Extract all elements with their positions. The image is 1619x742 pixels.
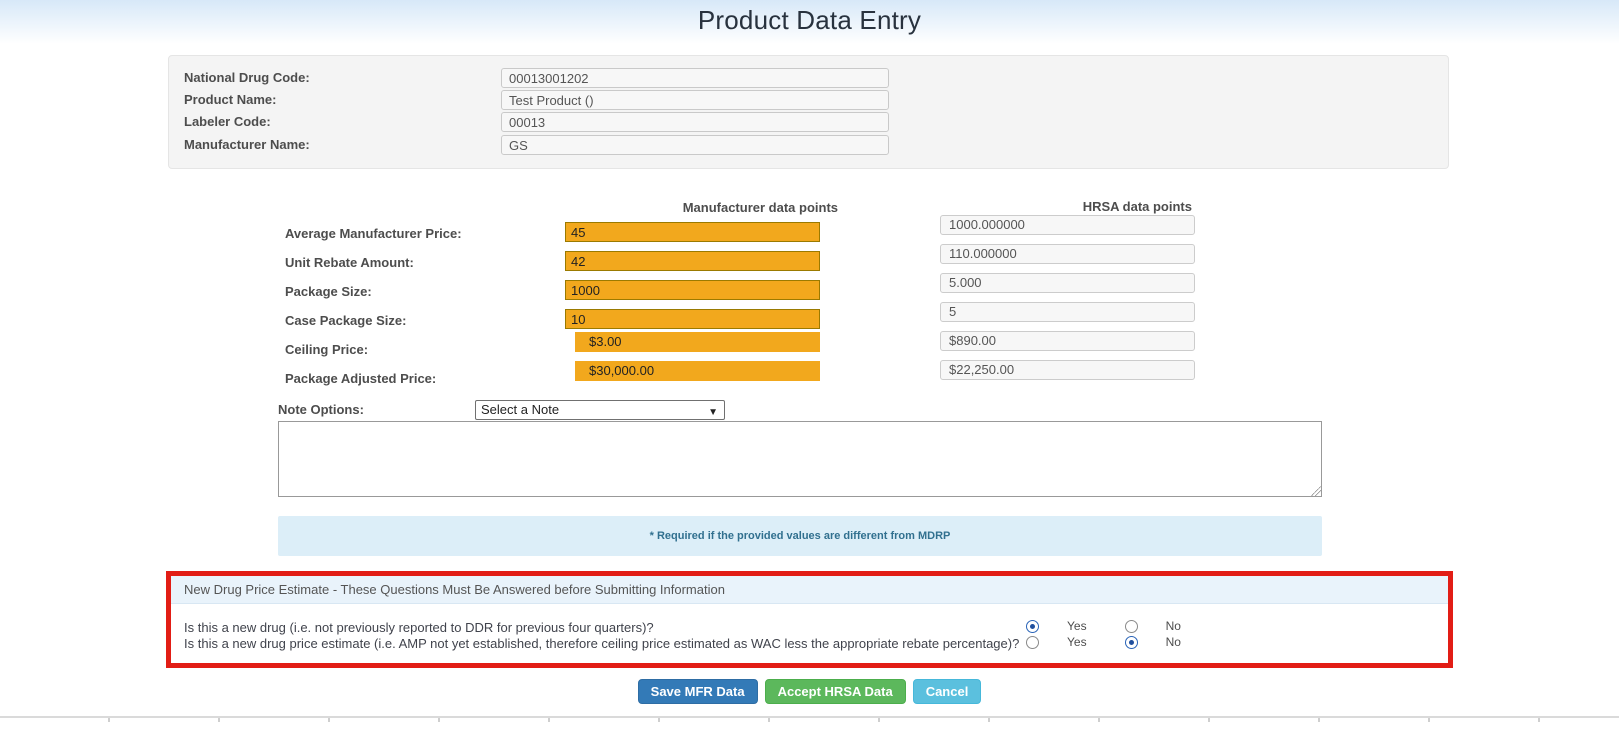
new-drug-question-row: Is this a new drug (i.e. not previously … bbox=[171, 619, 1448, 635]
q2-no-radio[interactable] bbox=[1124, 635, 1138, 649]
product-name-row: Product Name: bbox=[169, 90, 1448, 110]
price-estimate-question-text: Is this a new drug price estimate (i.e. … bbox=[184, 636, 1020, 651]
ura-mfr-input[interactable] bbox=[565, 251, 820, 271]
note-options-label: Note Options: bbox=[278, 402, 364, 417]
amp-hrsa-value: 1000.000000 bbox=[940, 215, 1195, 235]
required-note-banner: * Required if the provided values are di… bbox=[278, 516, 1322, 556]
q2-yes-label: Yes bbox=[1067, 635, 1087, 649]
product-info-panel: National Drug Code: Product Name: Labele… bbox=[168, 55, 1449, 169]
new-drug-question-text: Is this a new drug (i.e. not previously … bbox=[184, 620, 654, 635]
hrsa-column-header: HRSA data points bbox=[1082, 199, 1192, 214]
amp-label: Average Manufacturer Price: bbox=[285, 226, 462, 241]
required-note-text: * Required if the provided values are di… bbox=[649, 530, 951, 542]
price-estimate-question-row: Is this a new drug price estimate (i.e. … bbox=[171, 635, 1448, 651]
cancel-button[interactable]: Cancel bbox=[912, 679, 982, 704]
case-package-size-hrsa-value: 5 bbox=[940, 302, 1195, 322]
q2-yes-radio[interactable] bbox=[1026, 635, 1039, 649]
page-title: Product Data Entry bbox=[697, 5, 922, 35]
labeler-code-row: Labeler Code: bbox=[169, 112, 1448, 132]
accept-hrsa-data-button[interactable]: Accept HRSA Data bbox=[764, 679, 906, 704]
package-adjusted-price-mfr-value: $30,000.00 bbox=[575, 361, 820, 381]
ceiling-price-hrsa-value: $890.00 bbox=[940, 331, 1195, 351]
note-options-selected-value: Select a Note bbox=[481, 402, 560, 417]
ceiling-price-mfr-value: $3.00 bbox=[575, 332, 820, 352]
package-size-label: Package Size: bbox=[285, 284, 372, 299]
manufacturer-name-input[interactable] bbox=[501, 135, 889, 155]
package-size-mfr-input[interactable] bbox=[565, 280, 820, 300]
new-drug-section-header: New Drug Price Estimate - These Question… bbox=[171, 576, 1448, 604]
manufacturer-name-label: Manufacturer Name: bbox=[184, 137, 310, 152]
q1-no-label: No bbox=[1165, 619, 1181, 633]
manufacturer-name-row: Manufacturer Name: bbox=[169, 135, 1448, 155]
q2-no-label: No bbox=[1165, 635, 1181, 649]
product-name-input[interactable] bbox=[501, 90, 889, 110]
labeler-code-input[interactable] bbox=[501, 112, 889, 132]
q1-yes-label: Yes bbox=[1067, 619, 1087, 633]
ceiling-price-label: Ceiling Price: bbox=[285, 342, 369, 357]
ndc-row: National Drug Code: bbox=[169, 68, 1448, 88]
action-button-row: Save MFR Data Accept HRSA Data Cancel bbox=[0, 679, 1619, 704]
save-mfr-data-button[interactable]: Save MFR Data bbox=[637, 679, 758, 704]
price-estimate-question-radios: Yes No bbox=[1026, 635, 1181, 649]
case-package-size-label: Case Package Size: bbox=[285, 313, 407, 328]
amp-mfr-input[interactable] bbox=[565, 222, 820, 242]
new-drug-estimate-section: New Drug Price Estimate - These Question… bbox=[166, 571, 1453, 668]
labeler-code-label: Labeler Code: bbox=[184, 114, 271, 129]
ndc-input[interactable] bbox=[501, 68, 889, 88]
note-comments-textarea[interactable] bbox=[278, 421, 1322, 497]
package-size-hrsa-value: 5.000 bbox=[940, 273, 1195, 293]
package-adjusted-price-hrsa-value: $22,250.00 bbox=[940, 360, 1195, 380]
ndc-label: National Drug Code: bbox=[184, 70, 310, 85]
note-options-select[interactable]: Select a Note ▼ bbox=[475, 400, 725, 420]
new-drug-question-radios: Yes No bbox=[1026, 619, 1181, 633]
ura-label: Unit Rebate Amount: bbox=[285, 255, 414, 270]
product-data-entry-page: Product Data Entry National Drug Code: P… bbox=[0, 0, 1619, 742]
table-top-edge bbox=[0, 716, 1619, 722]
product-name-label: Product Name: bbox=[184, 92, 277, 107]
mfr-column-header: Manufacturer data points bbox=[682, 200, 838, 215]
q1-no-radio[interactable] bbox=[1124, 619, 1138, 633]
chevron-down-icon: ▼ bbox=[708, 407, 718, 418]
q1-yes-radio[interactable] bbox=[1026, 619, 1039, 633]
case-package-size-mfr-input[interactable] bbox=[565, 309, 820, 329]
package-adjusted-price-label: Package Adjusted Price: bbox=[285, 371, 437, 386]
textarea-resize-handle[interactable] bbox=[1311, 486, 1321, 496]
ura-hrsa-value: 110.000000 bbox=[940, 244, 1195, 264]
